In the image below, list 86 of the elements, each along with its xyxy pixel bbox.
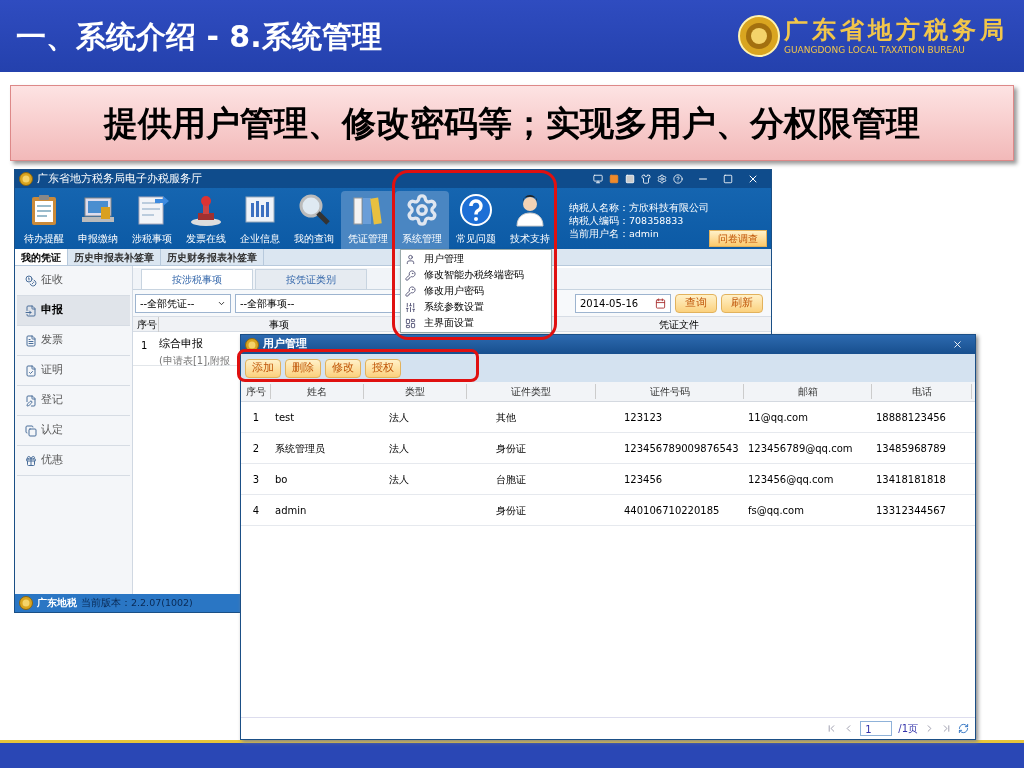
voucher-select[interactable]: --全部凭证-- xyxy=(135,293,231,313)
status-version: 当前版本：2.2.07(1002) xyxy=(81,595,193,610)
table-cell: 1 xyxy=(252,411,260,423)
slide-title: 一、系统介绍 - 8.系统管理 xyxy=(16,17,382,56)
toolbar-button[interactable]: 添加 xyxy=(245,358,281,378)
content-tab[interactable]: 按涉税事项 xyxy=(141,269,253,289)
table-cell: 系统管理员 xyxy=(275,442,325,454)
sidebar-item[interactable]: 登记 xyxy=(17,386,130,416)
date-field[interactable]: 2014-05-16 xyxy=(575,293,671,313)
column-header: 电话 xyxy=(872,384,972,399)
toolbar-button[interactable]: 凭证管理 xyxy=(341,191,395,249)
subtab[interactable]: 历史申报表补签章 xyxy=(68,249,161,265)
sidebar-item[interactable]: 申报 xyxy=(17,296,130,326)
app-title: 广东省地方税务局电子办税服务厅 xyxy=(37,170,202,187)
table-cell-text: 综合申报 xyxy=(159,336,204,352)
logo-name: 广东省地方税务局 xyxy=(784,16,1008,44)
table-cell: 123456@qq.com xyxy=(748,473,834,485)
table-cell: 13418181818 xyxy=(876,473,946,485)
toolbar-button[interactable]: 修改 xyxy=(325,358,361,378)
table-cell: 123456789009876543 xyxy=(624,442,739,454)
toolbar-button[interactable]: 我的查询 xyxy=(287,191,341,249)
sidebar-item[interactable]: 证明 xyxy=(17,356,130,386)
column-header: 证件类型 xyxy=(467,384,596,399)
menu-item[interactable]: 用户管理 xyxy=(401,251,551,267)
column-header: 序号 xyxy=(133,316,159,332)
toolbar-button[interactable]: 申报缴纳 xyxy=(71,191,125,249)
table-cell: 台胞证 xyxy=(496,473,526,485)
survey-button[interactable]: 问卷调查 xyxy=(709,230,767,247)
subtab[interactable]: 历史财务报表补签章 xyxy=(161,249,264,265)
column-header: 事项 xyxy=(268,317,290,332)
toolbar-button[interactable]: 系统管理 xyxy=(395,191,449,249)
toolbar-button[interactable]: 常见问题 xyxy=(449,191,503,249)
table-cell: 2 xyxy=(252,442,260,454)
table-cell: fs@qq.com xyxy=(748,504,804,516)
table-cell: test xyxy=(275,411,295,423)
sidebar-item[interactable]: 认定 xyxy=(17,416,130,446)
toolbar-button[interactable]: 授权 xyxy=(365,358,401,378)
page-field[interactable]: 1 xyxy=(860,721,893,736)
table-cell: 3 xyxy=(252,473,260,485)
table-cell-text: (申请表[1],附报 xyxy=(159,353,231,368)
callout-text: 提供用户管理、修改密码等；实现多用户、分权限管理 xyxy=(104,101,920,145)
table-cell: 身份证 xyxy=(496,504,526,516)
table-cell-text: 1 xyxy=(140,339,149,353)
column-header: 邮箱 xyxy=(744,384,872,399)
menu-item[interactable]: 主界面设置 xyxy=(401,315,551,331)
toolbar-button[interactable]: 技术支持 xyxy=(503,191,557,249)
table-cell: 123456789@qq.com xyxy=(748,442,853,454)
logo-subtitle: GUANGDONG LOCAL TAXATION BUREAU xyxy=(784,44,966,56)
table-cell: 法人 xyxy=(389,442,409,454)
taxpayer-info: 纳税人编码：708358833 xyxy=(569,214,685,227)
table-cell: 其他 xyxy=(496,411,516,423)
toolbar-button[interactable]: 涉税事项 xyxy=(125,191,179,249)
table-cell: 11@qq.com xyxy=(748,411,808,423)
toolbar-button[interactable]: 企业信息 xyxy=(233,191,287,249)
table-cell: 法人 xyxy=(389,473,409,485)
sidebar-item[interactable]: 优惠 xyxy=(17,446,130,476)
filter-button[interactable]: 刷新 xyxy=(721,293,763,313)
page-total: /1页 xyxy=(898,722,918,736)
taxpayer-info: 纳税人名称：方欣科技有限公司 xyxy=(569,201,709,214)
table-cell: 13312344567 xyxy=(876,504,946,516)
table-cell: 13485968789 xyxy=(876,442,946,454)
table-cell: 法人 xyxy=(389,411,409,423)
table-cell: 440106710220185 xyxy=(624,504,720,516)
status-brand: 广东地税 xyxy=(37,595,77,610)
column-header: 凭证文件 xyxy=(658,317,700,332)
table-cell: 4 xyxy=(252,504,260,516)
table-cell: admin xyxy=(275,504,307,516)
table-cell: bo xyxy=(275,473,288,485)
column-header: 类型 xyxy=(364,384,467,399)
column-header: 证件号码 xyxy=(596,384,744,399)
table-cell: 身份证 xyxy=(496,442,526,454)
toolbar-button[interactable]: 发票在线 xyxy=(179,191,233,249)
column-header: 序号 xyxy=(241,384,271,399)
table-cell: 123456 xyxy=(624,473,663,485)
menu-item[interactable]: 修改智能办税终端密码 xyxy=(401,267,551,283)
filter-button[interactable]: 查询 xyxy=(675,293,717,313)
toolbar-button[interactable]: 待办提醒 xyxy=(17,191,71,249)
toolbar-button[interactable]: 删除 xyxy=(285,358,321,378)
column-header: 姓名 xyxy=(271,384,364,399)
sidebar-item[interactable]: 发票 xyxy=(17,326,130,356)
table-cell: 18888123456 xyxy=(876,411,946,423)
dialog-title: 用户管理 xyxy=(263,336,307,353)
subtab[interactable]: 我的凭证 xyxy=(15,249,68,265)
taxpayer-info: 当前用户名：admin xyxy=(569,227,660,240)
table-cell: 123123 xyxy=(624,411,663,423)
content-tab[interactable]: 按凭证类别 xyxy=(255,269,367,289)
